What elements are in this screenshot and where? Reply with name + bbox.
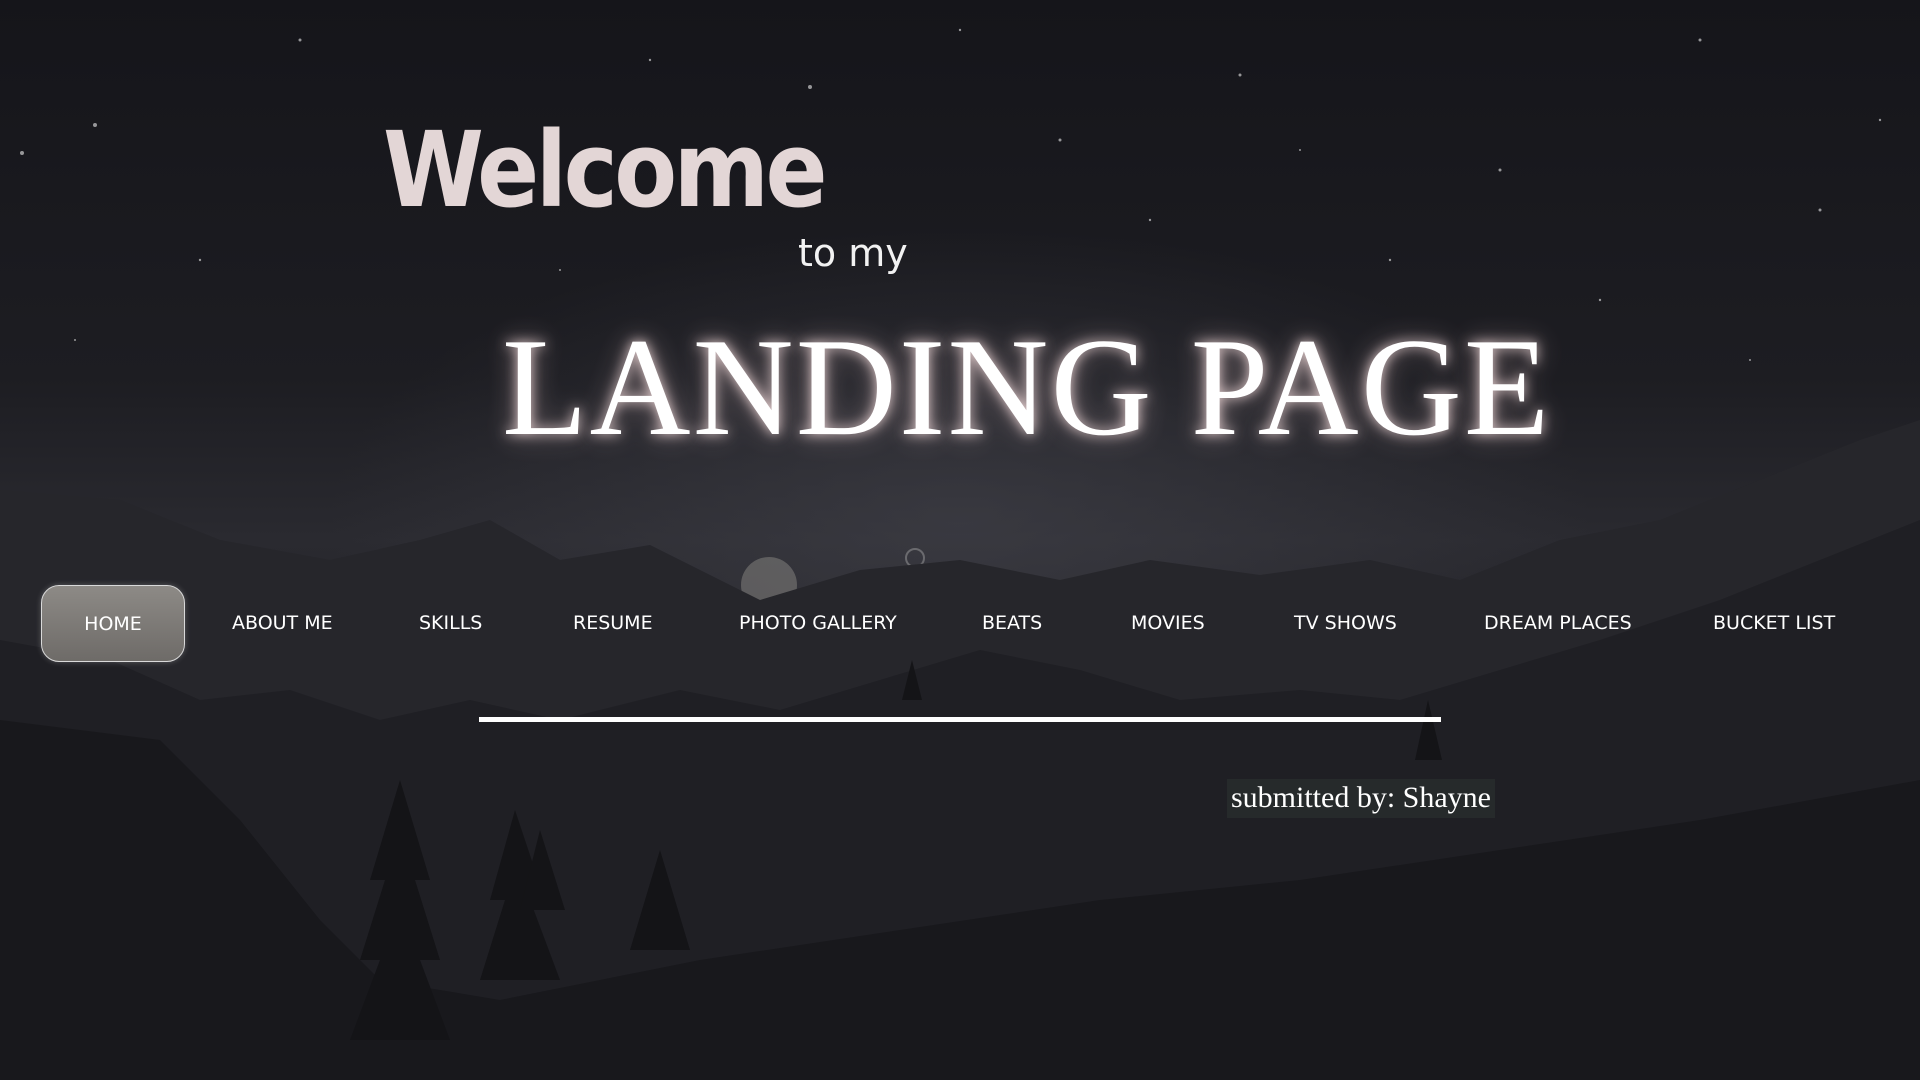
- nav-about-me[interactable]: ABOUT ME: [232, 585, 333, 660]
- night-mountain-background: [0, 28, 1920, 1080]
- main-nav: HOME ABOUT ME SKILLS RESUME PHOTO GALLER…: [41, 585, 1871, 662]
- nav-tv-shows[interactable]: TV SHOWS: [1294, 585, 1397, 660]
- landing-page-title: LANDING PAGE: [502, 310, 1552, 465]
- welcome-heading: Welcome: [383, 109, 828, 231]
- nav-beats[interactable]: BEATS: [982, 585, 1042, 660]
- divider-line: [479, 717, 1441, 722]
- nav-dream-places[interactable]: DREAM PLACES: [1484, 585, 1632, 660]
- nav-home[interactable]: HOME: [41, 585, 185, 662]
- landing-page: Welcome to my LANDING PAGE HOME ABOUT ME…: [0, 0, 1920, 1080]
- nav-bucket-list[interactable]: BUCKET LIST: [1713, 585, 1835, 660]
- nav-movies[interactable]: MOVIES: [1131, 585, 1205, 660]
- nav-resume[interactable]: RESUME: [573, 585, 653, 660]
- nav-skills[interactable]: SKILLS: [419, 585, 482, 660]
- nav-photo-gallery[interactable]: PHOTO GALLERY: [739, 585, 897, 660]
- to-my-text: to my: [798, 231, 908, 275]
- submitted-by-text: submitted by: Shayne: [1227, 779, 1495, 818]
